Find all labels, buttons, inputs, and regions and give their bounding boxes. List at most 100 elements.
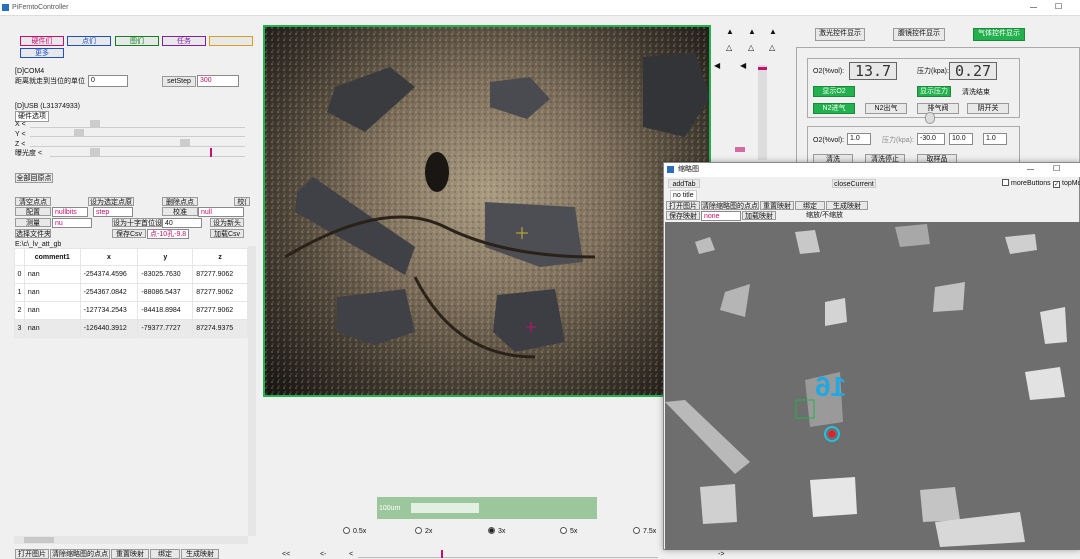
nullbits-input[interactable]: nullbits: [52, 207, 88, 217]
thumb-open-image-button[interactable]: 打开图片: [666, 201, 700, 210]
minimize-button[interactable]: —: [1030, 3, 1037, 12]
blank-button[interactable]: [209, 36, 253, 46]
null2-input[interactable]: null: [198, 207, 244, 217]
left-arrow-icon[interactable]: ◀: [714, 61, 720, 70]
close-current-button[interactable]: closeCurrent: [832, 179, 876, 188]
clear-thumb-points-button[interactable]: 清除缩略图的点点: [50, 549, 110, 559]
all-home-button[interactable]: 全部回原点: [15, 173, 53, 183]
set-cross-button[interactable]: 设为十字首位设: [112, 218, 162, 227]
more-button[interactable]: 更多: [20, 48, 64, 58]
maxlimit-controls-button[interactable]: 腹镜控件显示: [893, 28, 945, 41]
measure-button[interactable]: 测量: [15, 218, 51, 227]
hardware-button[interactable]: 硬件们: [20, 36, 64, 46]
main-switch-button[interactable]: 阴开关: [967, 103, 1009, 114]
reset-map-button[interactable]: 重置映射: [111, 549, 149, 559]
up-arrow-icon[interactable]: ▲: [748, 27, 756, 36]
exposure-vslider-thumb[interactable]: [735, 147, 745, 152]
config-button[interactable]: 配置: [15, 207, 51, 216]
axis-z-slider[interactable]: [30, 139, 245, 147]
table-row[interactable]: 0 nan -254374.4596 -83025.7630 87277.9062: [14, 265, 248, 284]
gas-controls-button[interactable]: 气体控件显示: [973, 28, 1025, 41]
topmost-checkbox[interactable]: ✓topMost: [1053, 179, 1080, 188]
scale-toggle-label[interactable]: 缩放/不缩放: [806, 211, 843, 220]
zoom-2x[interactable]: 2x: [415, 527, 432, 535]
up-arrow-icon[interactable]: ▲: [726, 27, 734, 36]
back-button[interactable]: <-: [320, 550, 326, 559]
fast-back-button[interactable]: <<: [282, 550, 290, 559]
up-small-icon[interactable]: △: [726, 43, 732, 52]
table-row[interactable]: 1 nan -254367.0842 -88086.5437 87277.9062: [14, 283, 248, 302]
save-map-button[interactable]: 保存映射: [666, 211, 700, 220]
zoom-7-5x[interactable]: 7.5x: [633, 527, 656, 535]
table-scrollbar[interactable]: [248, 246, 256, 536]
axis-x-slider[interactable]: [30, 120, 245, 128]
table-hscroll[interactable]: [14, 536, 248, 544]
thumb-generate-map-button[interactable]: 生成映射: [826, 201, 868, 210]
step2-input[interactable]: step: [93, 207, 133, 217]
step-back-button[interactable]: <: [349, 550, 353, 559]
step-input[interactable]: 300: [197, 75, 239, 87]
axis-y-slider[interactable]: [30, 129, 245, 137]
frame-slider[interactable]: [358, 550, 658, 558]
n2-in-button[interactable]: N2进气: [813, 103, 855, 114]
v2-input[interactable]: 1.0: [983, 133, 1007, 145]
n2-out-button[interactable]: N2出气: [865, 103, 907, 114]
images-button[interactable]: 图们: [115, 36, 159, 46]
move-value-input[interactable]: 0: [88, 75, 128, 87]
exposure-slider[interactable]: [50, 148, 245, 157]
col-y[interactable]: y: [137, 248, 194, 266]
col-x[interactable]: x: [79, 248, 139, 266]
maximize-button[interactable]: ☐: [1055, 2, 1062, 11]
zoom-3x[interactable]: 3x: [488, 527, 505, 535]
col-comment[interactable]: comment1: [23, 248, 81, 266]
thumbnail-image[interactable]: 16: [665, 222, 1080, 550]
thumb-bind-button[interactable]: 绑定: [795, 201, 825, 210]
open-image-button[interactable]: 打开图片: [15, 549, 49, 559]
v1-input[interactable]: 10.0: [949, 133, 973, 145]
up-small-icon[interactable]: △: [748, 43, 754, 52]
thumb-minimize-button[interactable]: —: [1027, 165, 1034, 174]
tab-no-title[interactable]: no title: [670, 190, 697, 201]
show-o2-button[interactable]: 显示O2: [813, 86, 855, 97]
show-pressure-button[interactable]: 显示压力: [917, 86, 951, 97]
points-button[interactable]: 点们: [67, 36, 111, 46]
setstep-button[interactable]: setStep: [162, 76, 196, 87]
vent-button[interactable]: 排气阀: [917, 103, 959, 114]
p-set-input[interactable]: -30.0: [917, 133, 945, 145]
generate-map-button[interactable]: 生成映射: [181, 549, 219, 559]
null3-input[interactable]: nu: [52, 218, 92, 228]
thumb-clear-points-button[interactable]: 清除缩略图的点点: [701, 201, 759, 210]
load-csv-button[interactable]: 加载Csv: [210, 229, 244, 238]
select-folder-button[interactable]: 选择文件夹: [15, 229, 51, 238]
add-tab-button[interactable]: addTab: [668, 179, 700, 188]
save-csv-button[interactable]: 保存Csv: [112, 229, 146, 238]
vertical-slider[interactable]: [758, 65, 767, 160]
load-map-button[interactable]: 加载映射: [742, 211, 776, 220]
bind-button[interactable]: 绑定: [150, 549, 180, 559]
col-z[interactable]: z: [192, 248, 248, 266]
camera-view[interactable]: [263, 25, 711, 397]
map-name-input[interactable]: none: [701, 211, 741, 221]
verify-button[interactable]: 校准: [162, 207, 198, 216]
up-arrow-icon[interactable]: ▲: [769, 27, 777, 36]
o2-set-input[interactable]: 1.0: [847, 133, 871, 145]
table-row[interactable]: 3 nan -126440.3912 -79377.7727 87274.9375: [14, 319, 248, 338]
set-select-origin-button[interactable]: 设为选定点原: [88, 197, 134, 206]
forward-button[interactable]: ->: [718, 550, 724, 559]
up-small-icon[interactable]: △: [769, 43, 775, 52]
clear-points-button[interactable]: 清空点点: [15, 197, 51, 206]
table-row[interactable]: 2 nan -127734.2543 -84418.8984 87277.9062: [14, 301, 248, 320]
thumb-maximize-button[interactable]: ☐: [1053, 164, 1060, 173]
cross-input[interactable]: 40: [162, 218, 202, 228]
more-buttons-checkbox[interactable]: moreButtons: [1002, 179, 1051, 188]
zoom-5x[interactable]: 5x: [560, 527, 577, 535]
zoom-0-5x[interactable]: 0.5x: [343, 527, 366, 535]
delete-point-button[interactable]: 删除点点: [162, 197, 198, 206]
set-home-button[interactable]: 设为新头: [210, 218, 244, 227]
left-arrow-icon[interactable]: ◀: [740, 61, 746, 70]
tasks-button[interactable]: 任务: [162, 36, 206, 46]
thumb-reset-map-button[interactable]: 重置映射: [760, 201, 794, 210]
calibrate-button[interactable]: 校(: [234, 197, 250, 206]
csv-name-input[interactable]: 点-10孔-9.8: [147, 229, 189, 239]
laser-controls-button[interactable]: 激光控件显示: [815, 28, 865, 41]
